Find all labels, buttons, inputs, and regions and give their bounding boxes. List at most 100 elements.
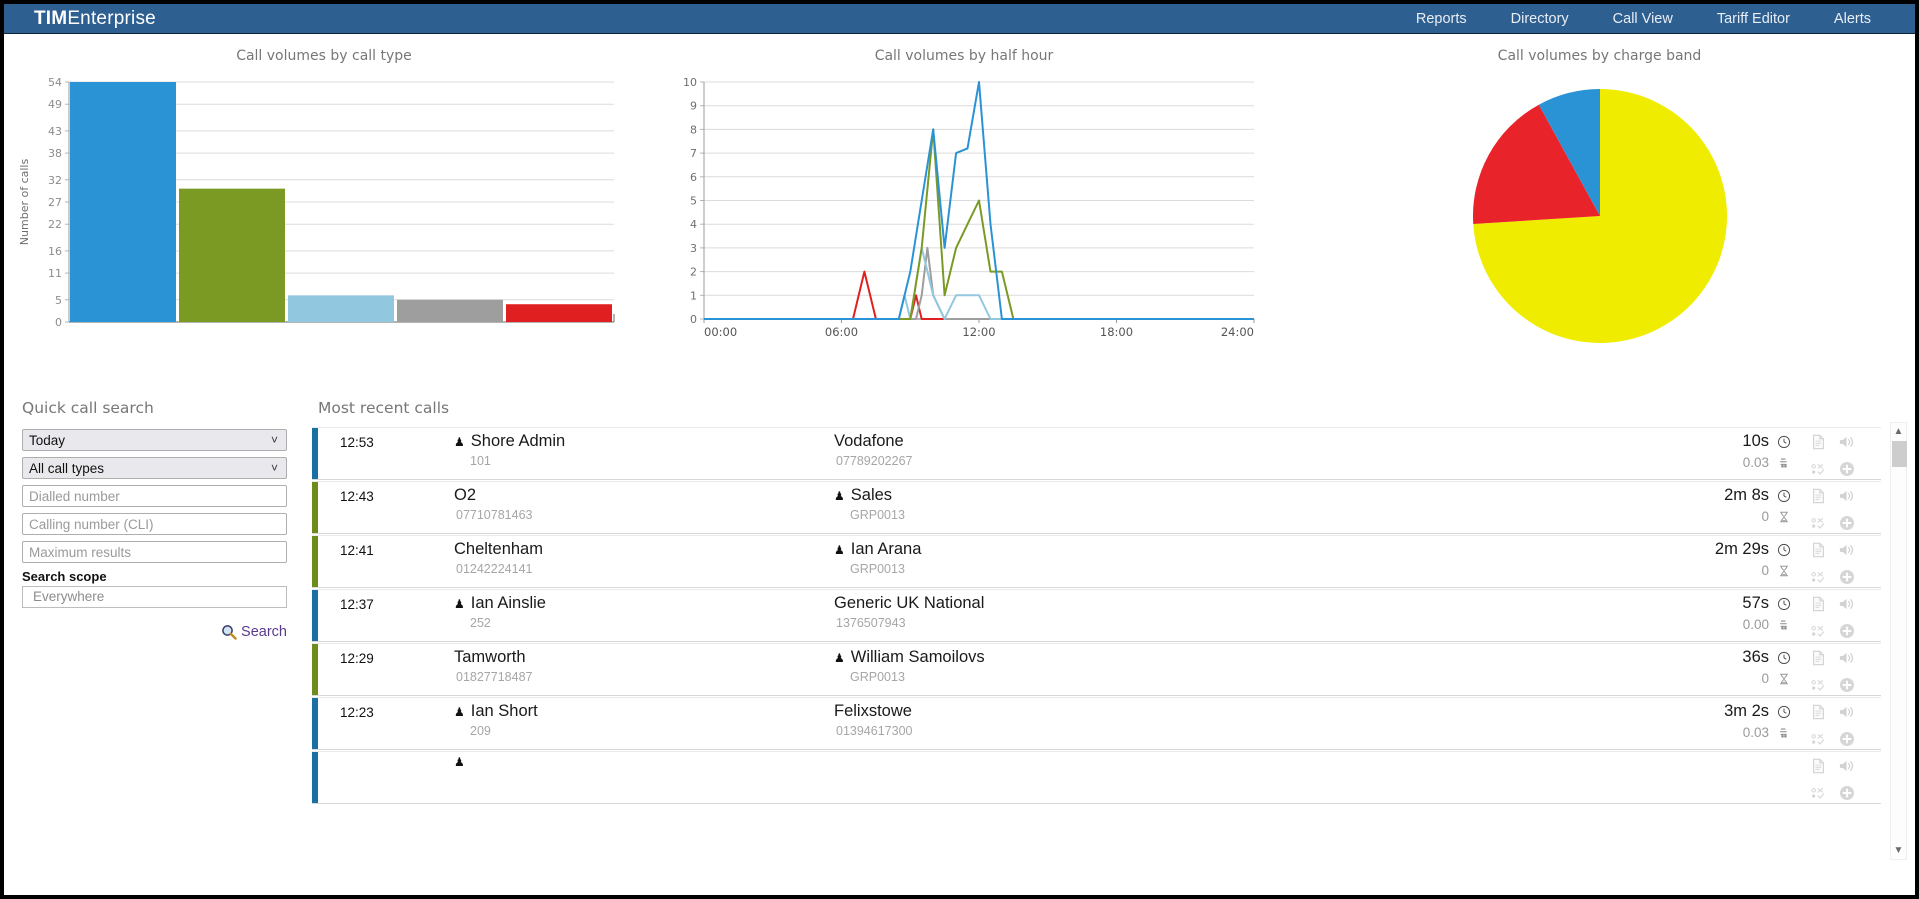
row-metrics: 36s 0: [1394, 644, 1795, 695]
tag-icon[interactable]: [1811, 516, 1827, 530]
table-row[interactable]: 12:43 O2 07710781463 ♟Sales GRP0013 2m 8…: [312, 481, 1881, 534]
magnifier-icon: [221, 624, 237, 640]
speaker-icon[interactable]: [1838, 650, 1855, 666]
nav-item-reports[interactable]: Reports: [1394, 11, 1489, 27]
nav-item-call-view[interactable]: Call View: [1591, 11, 1695, 27]
row-action-tag[interactable]: [1811, 516, 1827, 535]
speaker-icon[interactable]: [1838, 488, 1855, 504]
row-action-tag[interactable]: [1811, 678, 1827, 697]
dashboard-charts: Call volumes by call type Number of call…: [4, 34, 1915, 389]
speaker-icon[interactable]: [1838, 434, 1855, 450]
add-icon[interactable]: [1839, 785, 1855, 801]
speaker-icon[interactable]: [1838, 542, 1855, 558]
row-action-play-recording[interactable]: [1838, 704, 1855, 725]
table-row[interactable]: ♟: [312, 751, 1881, 804]
user-icon: ♟: [454, 756, 465, 768]
table-row[interactable]: 12:53 ♟Shore Admin 101 Vodafone 07789202…: [312, 427, 1881, 480]
row-time: 12:53: [318, 428, 454, 479]
row-action-play-recording[interactable]: [1838, 542, 1855, 563]
tag-icon[interactable]: [1811, 786, 1827, 800]
row-action-add[interactable]: [1839, 785, 1855, 806]
tag-icon[interactable]: [1811, 462, 1827, 476]
svg-text:18:00: 18:00: [1100, 325, 1133, 339]
scroll-up-arrow-icon[interactable]: ▲: [1891, 423, 1906, 440]
table-row[interactable]: 12:29 Tamworth 01827718487 ♟William Samo…: [312, 643, 1881, 696]
row-action-add[interactable]: [1839, 731, 1855, 752]
row-action-add[interactable]: [1839, 461, 1855, 482]
tag-icon[interactable]: [1811, 678, 1827, 692]
add-icon[interactable]: [1839, 569, 1855, 585]
row-action-document[interactable]: [1811, 434, 1826, 455]
row-action-tag[interactable]: [1811, 624, 1827, 643]
row-from-number: 01827718487: [454, 667, 834, 684]
row-action-play-recording[interactable]: [1838, 488, 1855, 509]
search-scope-value[interactable]: Everywhere: [22, 586, 287, 608]
add-icon[interactable]: [1839, 677, 1855, 693]
document-icon[interactable]: [1811, 542, 1826, 558]
row-action-add[interactable]: [1839, 677, 1855, 698]
row-action-document[interactable]: [1811, 596, 1826, 617]
maximum-results-input[interactable]: [22, 541, 287, 563]
document-icon[interactable]: [1811, 434, 1826, 450]
row-action-document[interactable]: [1811, 758, 1826, 779]
add-icon[interactable]: [1839, 623, 1855, 639]
nav-item-alerts[interactable]: Alerts: [1812, 11, 1893, 27]
document-icon[interactable]: [1811, 758, 1826, 774]
row-action-tag[interactable]: [1811, 570, 1827, 589]
user-icon: ♟: [454, 436, 465, 448]
row-action-add[interactable]: [1839, 623, 1855, 644]
table-row[interactable]: 12:41 Cheltenham 01242224141 ♟Ian Arana …: [312, 535, 1881, 588]
svg-text:10: 10: [683, 76, 697, 89]
search-button[interactable]: Search: [22, 624, 287, 640]
table-row[interactable]: 12:37 ♟Ian Ainslie 252 Generic UK Nation…: [312, 589, 1881, 642]
period-select[interactable]: Today: [22, 429, 287, 451]
row-to-number: GRP0013: [834, 505, 1394, 522]
call-type-select[interactable]: All call types: [22, 457, 287, 479]
document-icon[interactable]: [1811, 488, 1826, 504]
nav-item-tariff-editor[interactable]: Tariff Editor: [1695, 11, 1812, 27]
row-to-name: Generic UK National: [834, 594, 1394, 613]
row-action-play-recording[interactable]: [1838, 650, 1855, 671]
document-icon[interactable]: [1811, 650, 1826, 666]
row-action-tag[interactable]: [1811, 732, 1827, 751]
row-from-name: O2: [454, 486, 834, 505]
add-icon[interactable]: [1839, 515, 1855, 531]
row-action-document[interactable]: [1811, 488, 1826, 509]
row-from-number: [454, 768, 834, 771]
add-icon[interactable]: [1839, 731, 1855, 747]
tag-icon[interactable]: [1811, 570, 1827, 584]
document-icon[interactable]: [1811, 704, 1826, 720]
app-logo: TIMEnterprise: [34, 8, 156, 30]
row-action-document[interactable]: [1811, 542, 1826, 563]
row-action-play-recording[interactable]: [1838, 596, 1855, 617]
row-from-number: 101: [454, 451, 834, 468]
row-metrics: 3m 2s 0.03: [1394, 698, 1795, 749]
document-icon[interactable]: [1811, 596, 1826, 612]
bar-4: [506, 304, 612, 322]
calling-number-input[interactable]: [22, 513, 287, 535]
add-icon[interactable]: [1839, 461, 1855, 477]
table-row[interactable]: 12:23 ♟Ian Short 209 Felixstowe 01394617…: [312, 697, 1881, 750]
row-action-tag[interactable]: [1811, 786, 1827, 805]
row-action-play-recording[interactable]: [1838, 758, 1855, 779]
call-list-scrollbar[interactable]: ▲ ▼: [1890, 422, 1907, 860]
row-action-play-recording[interactable]: [1838, 434, 1855, 455]
speaker-icon[interactable]: [1838, 596, 1855, 612]
row-action-document[interactable]: [1811, 650, 1826, 671]
user-icon: ♟: [834, 490, 845, 502]
speaker-icon[interactable]: [1838, 758, 1855, 774]
tag-icon[interactable]: [1811, 624, 1827, 638]
row-action-add[interactable]: [1839, 515, 1855, 536]
row-action-document[interactable]: [1811, 704, 1826, 725]
scroll-down-arrow-icon[interactable]: ▼: [1891, 842, 1906, 859]
speaker-icon[interactable]: [1838, 704, 1855, 720]
nav-item-directory[interactable]: Directory: [1489, 11, 1591, 27]
scrollbar-thumb[interactable]: [1892, 441, 1907, 467]
dialled-number-input[interactable]: [22, 485, 287, 507]
svg-text:8: 8: [690, 123, 697, 136]
user-icon: ♟: [454, 598, 465, 610]
row-action-tag[interactable]: [1811, 462, 1827, 481]
tag-icon[interactable]: [1811, 732, 1827, 746]
row-from-party: ♟: [454, 752, 834, 803]
row-action-add[interactable]: [1839, 569, 1855, 590]
